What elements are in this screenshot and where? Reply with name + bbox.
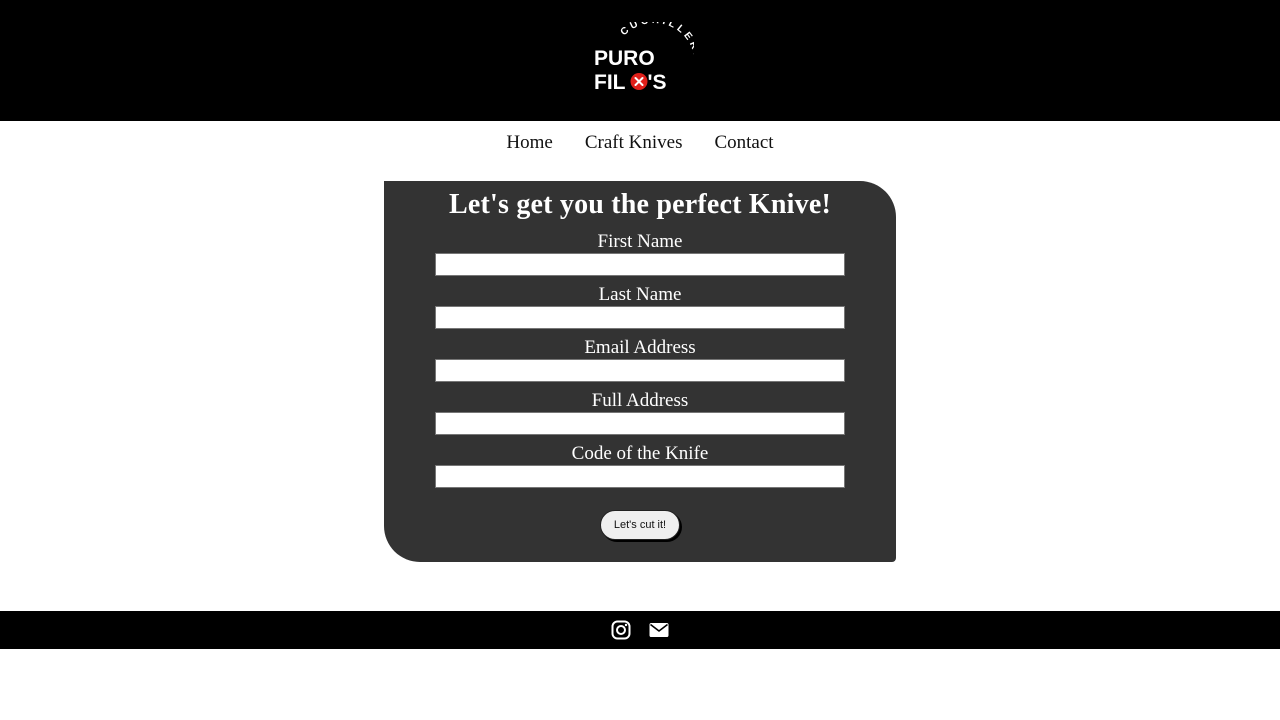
logo-line-2: FIL <box>594 71 626 94</box>
x-circle-icon <box>630 73 648 90</box>
full-address-input[interactable] <box>435 412 845 435</box>
site-footer <box>0 611 1280 649</box>
knife-code-input[interactable] <box>435 465 845 488</box>
first-name-input[interactable] <box>435 253 845 276</box>
envelope-icon[interactable] <box>649 620 669 640</box>
site-header: CUCHILLERIA PURO FIL 'S <box>0 0 1280 121</box>
full-address-label: Full Address <box>591 390 689 411</box>
logo-line-1: PURO <box>594 47 655 70</box>
nav-link-craft-knives[interactable]: Craft Knives <box>585 132 683 154</box>
first-name-label: First Name <box>597 231 683 252</box>
first-name-group: First Name <box>435 231 845 276</box>
instagram-icon[interactable] <box>611 620 631 640</box>
email-address-group: Email Address <box>435 337 845 382</box>
order-form: Let's get you the perfect Knive! First N… <box>384 181 896 562</box>
full-address-group: Full Address <box>435 390 845 435</box>
nav-link-home[interactable]: Home <box>506 132 552 154</box>
form-title: Let's get you the perfect Knive! <box>449 189 831 220</box>
email-address-input[interactable] <box>435 359 845 382</box>
last-name-group: Last Name <box>435 284 845 329</box>
logo-line-2-end: 'S <box>648 71 667 94</box>
email-address-label: Email Address <box>584 337 696 358</box>
submit-button[interactable]: Let's cut it! <box>600 510 680 540</box>
brand-logo[interactable]: CUCHILLERIA PURO FIL 'S <box>590 22 694 102</box>
last-name-input[interactable] <box>435 306 845 329</box>
last-name-label: Last Name <box>598 284 682 305</box>
main-nav: Home Craft Knives Contact <box>0 121 1280 165</box>
knife-code-group: Code of the Knife <box>435 443 845 488</box>
knife-code-label: Code of the Knife <box>571 443 709 464</box>
nav-link-contact[interactable]: Contact <box>714 132 773 154</box>
